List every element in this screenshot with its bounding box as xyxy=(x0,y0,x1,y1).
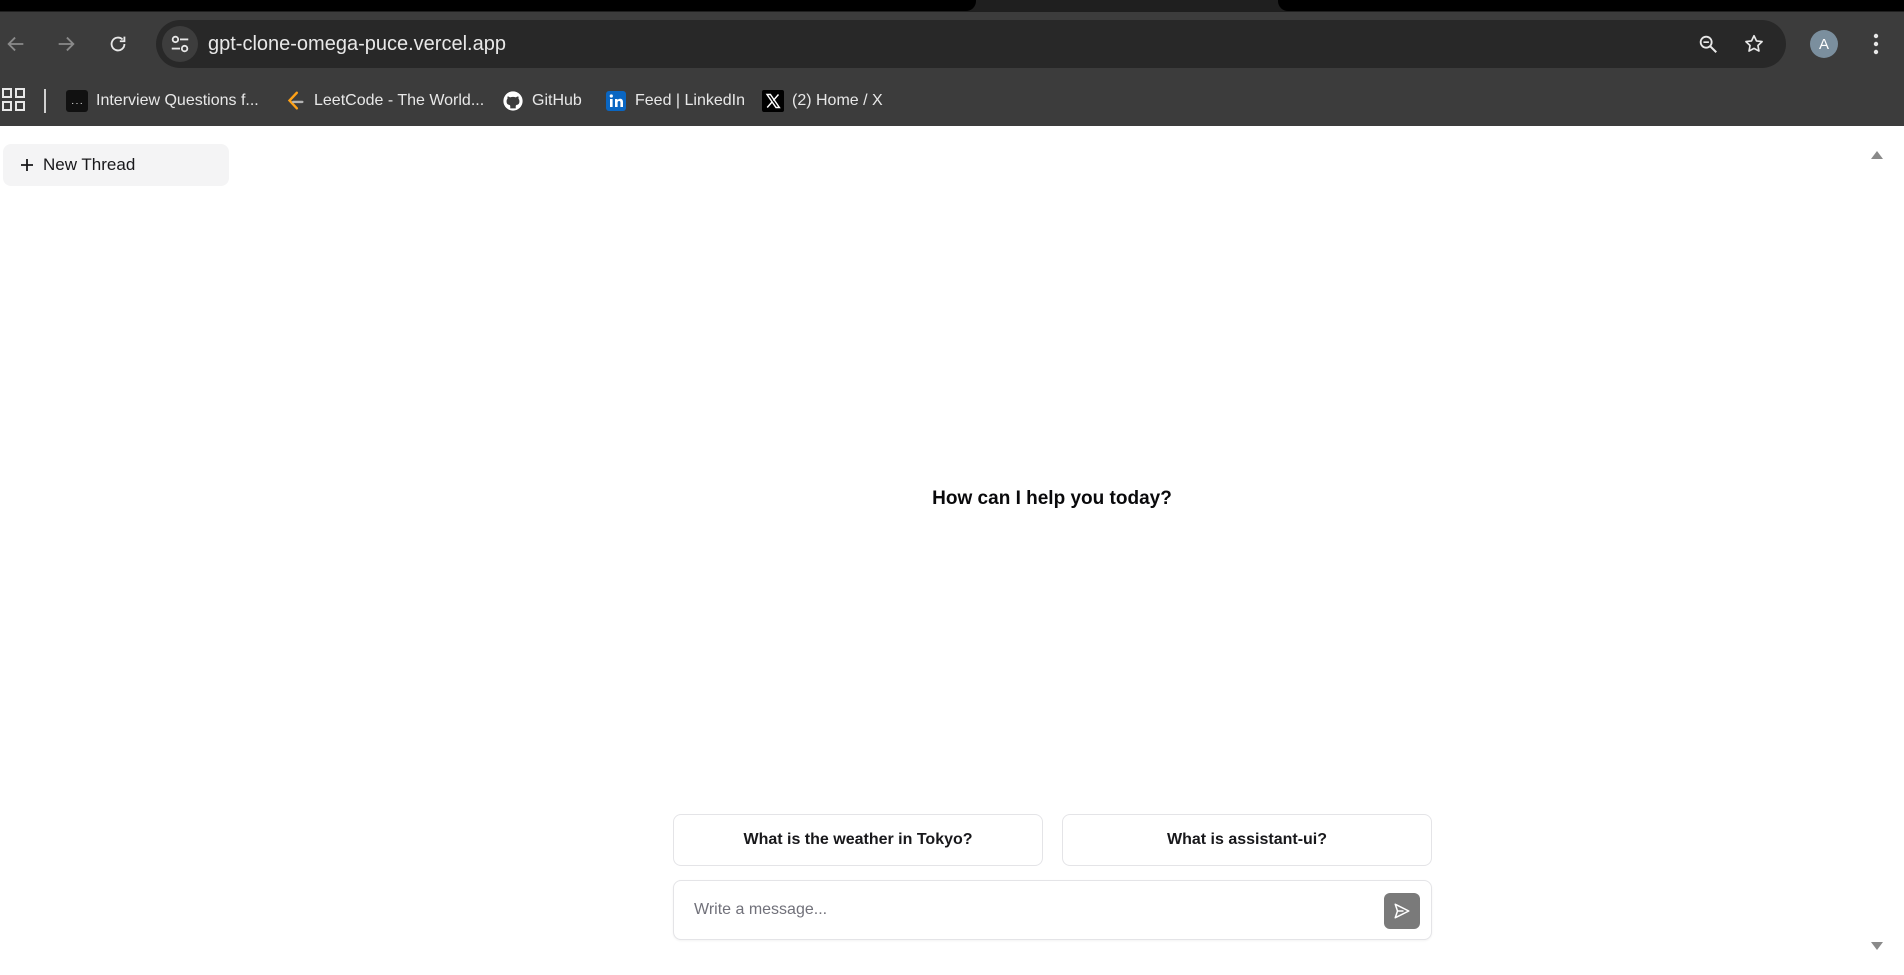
bookmark-star-button[interactable] xyxy=(1742,32,1766,56)
plus-icon xyxy=(21,159,33,171)
bookmark-label: LeetCode - The World... xyxy=(314,92,485,109)
bookmark-leetcode[interactable]: LeetCode - The World... xyxy=(284,86,484,116)
suggestion-label: What is assistant-ui? xyxy=(1166,831,1328,848)
suggestion-assistant-ui[interactable]: What is assistant-ui? xyxy=(1062,814,1432,866)
triangle-down-icon xyxy=(1871,942,1883,950)
new-thread-label: New Thread xyxy=(43,155,136,174)
bookmark-label: (2) Home / X xyxy=(792,92,883,109)
apps-grid-icon[interactable] xyxy=(2,88,26,112)
welcome-message: How can I help you today? xyxy=(932,488,1172,509)
send-icon xyxy=(1394,903,1410,919)
suggestion-label: What is the weather in Tokyo? xyxy=(743,831,973,848)
scrollbar-down-arrow[interactable] xyxy=(1870,939,1884,953)
more-vertical-icon xyxy=(1873,33,1879,55)
message-input[interactable] xyxy=(694,895,1334,925)
forward-button[interactable] xyxy=(52,30,80,58)
suggestion-weather-tokyo[interactable]: What is the weather in Tokyo? xyxy=(673,814,1043,866)
arrow-right-icon xyxy=(58,36,75,52)
inactive-tab-left[interactable] xyxy=(0,0,976,11)
github-favicon-icon xyxy=(502,90,524,112)
bookmark-github[interactable]: GitHub xyxy=(502,86,582,116)
bookmark-label: Feed | LinkedIn xyxy=(635,92,746,109)
scrollbar-up-arrow[interactable] xyxy=(1870,148,1884,162)
new-thread-button[interactable]: New Thread xyxy=(3,144,229,186)
browser-menu-button[interactable] xyxy=(1862,30,1890,58)
bookmarks-divider xyxy=(44,89,46,113)
reload-button[interactable] xyxy=(104,30,132,58)
bookmark-label: GitHub xyxy=(532,92,582,109)
address-bar[interactable]: gpt-clone-omega-puce.vercel.app xyxy=(156,20,1786,68)
zoom-button[interactable] xyxy=(1696,32,1720,56)
chat-page: New Thread How can I help you today? Wha… xyxy=(0,126,1904,975)
triangle-up-icon xyxy=(1871,151,1883,159)
tab-strip xyxy=(0,0,1904,12)
message-composer xyxy=(673,880,1432,940)
bookmark-linkedin[interactable]: Feed | LinkedIn xyxy=(605,86,745,116)
linkedin-favicon-icon xyxy=(605,90,627,112)
url-text[interactable]: gpt-clone-omega-puce.vercel.app xyxy=(208,33,506,56)
interview-favicon-icon: { ... } xyxy=(66,90,88,112)
bookmark-x-home[interactable]: (2) Home / X xyxy=(762,86,883,116)
arrow-left-icon xyxy=(7,36,24,52)
bookmark-label: Interview Questions f... xyxy=(96,92,259,109)
tune-icon xyxy=(171,35,189,53)
svg-text:{ ... }: { ... } xyxy=(66,98,88,106)
bookmark-interview-questions[interactable]: { ... } Interview Questions f... xyxy=(66,86,259,116)
star-icon xyxy=(1745,34,1763,52)
zoom-icon xyxy=(1699,35,1717,53)
reload-icon xyxy=(110,36,126,52)
send-button[interactable] xyxy=(1384,893,1420,929)
site-info-button[interactable] xyxy=(162,26,198,62)
browser-toolbar: gpt-clone-omega-puce.vercel.app A xyxy=(0,12,1904,76)
leetcode-favicon-icon xyxy=(284,90,306,112)
inactive-tab-right[interactable] xyxy=(1278,0,1904,11)
x-favicon-icon xyxy=(762,90,784,112)
profile-avatar[interactable]: A xyxy=(1810,30,1838,58)
back-button[interactable] xyxy=(2,30,30,58)
bookmarks-bar: { ... } Interview Questions f... LeetCod… xyxy=(0,76,1904,126)
